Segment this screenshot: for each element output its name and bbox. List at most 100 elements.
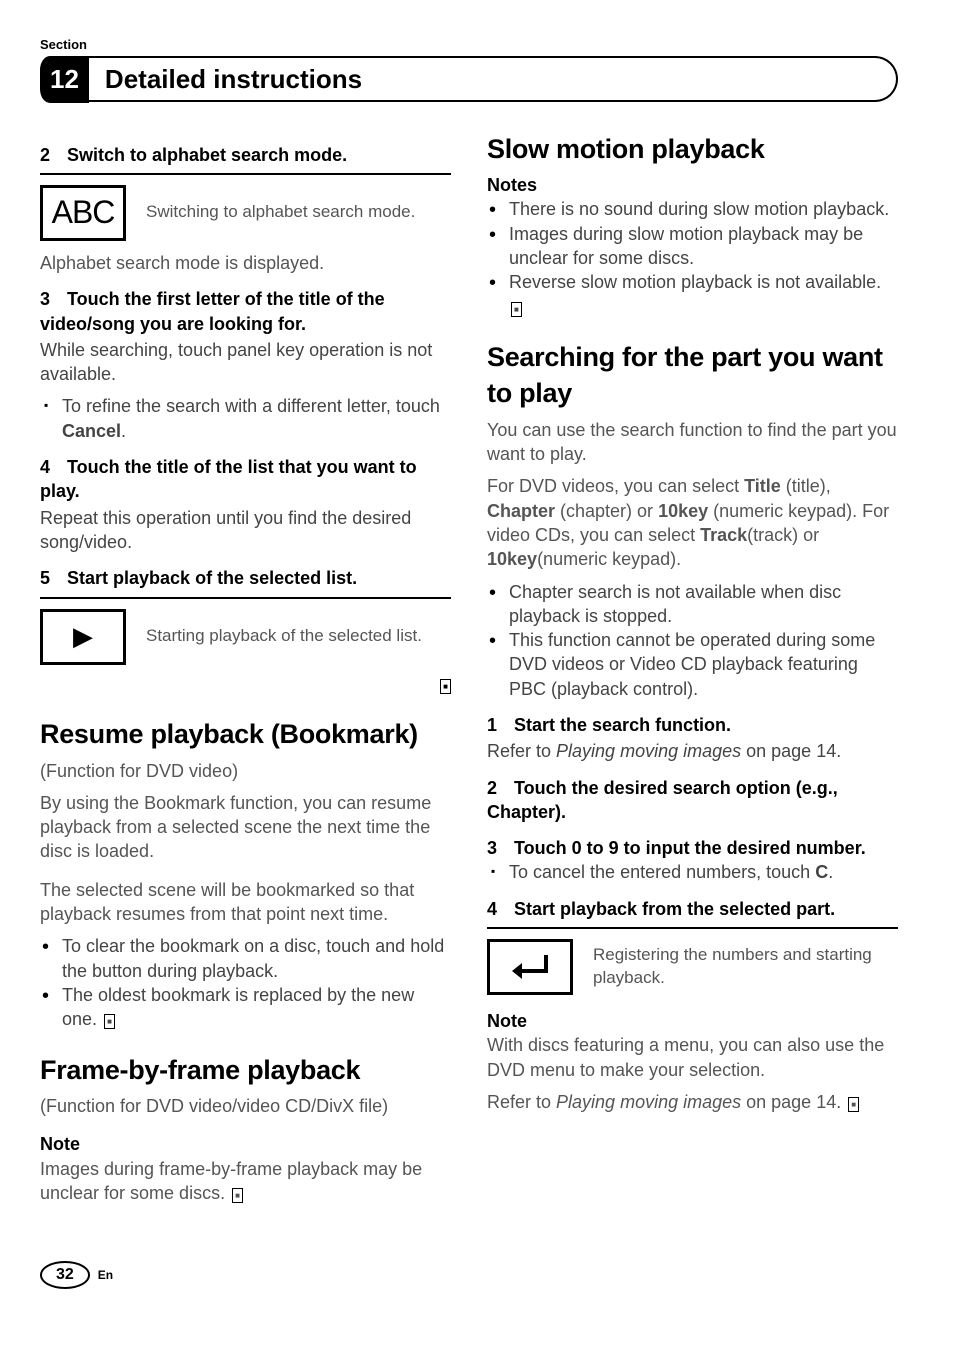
notes-label: Notes [487,173,898,197]
slow-bullet-2: Images during slow motion playback may b… [487,222,898,271]
page-lang: En [98,1267,113,1283]
heading-search: Searching for the part you want to play [487,339,898,412]
search-bullets: Chapter search is not available when dis… [487,580,898,701]
text-italic: Playing moving images [556,741,741,761]
play-icon-row: ▶ Starting playback of the selected list… [40,609,451,665]
step-3-title: 3 Touch the first letter of the title of… [40,287,451,336]
search-p1: You can use the search function to find … [487,418,898,467]
step-num: 3 [40,287,62,311]
end-square-icon [511,302,522,317]
text-fragment: Refer to [487,1092,556,1112]
text-fragment: Reverse slow motion playback is not avai… [509,272,881,292]
step-4-desc: Repeat this operation until you find the… [40,506,451,555]
search-p2: For DVD videos, you can select Title (ti… [487,474,898,571]
step-text: Start playback from the selected part. [514,899,835,919]
column-right: Slow motion playback Notes There is no s… [487,131,898,1213]
heading-frame: Frame-by-frame playback [40,1052,451,1088]
section-title: Detailed instructions [89,56,898,102]
step-text: Touch the title of the list that you wan… [40,457,417,501]
enter-icon-row: Registering the numbers and starting pla… [487,939,898,995]
step-num: 2 [487,776,509,800]
divider [40,597,451,599]
page-footer: 32 En [40,1261,898,1289]
search-step-1-desc: Refer to Playing moving images on page 1… [487,739,898,763]
text-fragment: To cancel the entered numbers, touch [509,862,815,882]
step-num: 2 [40,143,62,167]
search-step-3-title: 3 Touch 0 to 9 to input the desired numb… [487,836,898,860]
search-step-4-title: 4 Start playback from the selected part. [487,897,898,921]
text-fragment: Images during frame-by-frame playback ma… [40,1159,422,1203]
slow-bullet-3: Reverse slow motion playback is not avai… [487,270,898,319]
step-text: Start the search function. [514,715,731,735]
text-fragment: on page 14. [741,1092,841,1112]
resume-subtitle: (Function for DVD video) [40,759,451,783]
slow-bullet-1: There is no sound during slow motion pla… [487,197,898,221]
step-text: Touch the desired search option (e.g., C… [487,778,838,822]
abc-icon: ABC [40,185,126,241]
step-3-sub: To refine the search with a different le… [40,394,451,443]
text-bold: C [815,862,828,882]
page-number: 32 [40,1261,90,1289]
resume-bullet-1: To clear the bookmark on a disc, touch a… [40,934,451,983]
heading-resume: Resume playback (Bookmark) [40,716,451,752]
step-text: Start playback of the selected list. [67,568,357,588]
text-fragment: To refine the search with a different le… [62,396,440,416]
step-3-sublist: To refine the search with a different le… [40,394,451,443]
section-number: 12 [40,56,89,103]
text-fragment: For DVD videos, you can select [487,476,744,496]
resume-bullets: To clear the bookmark on a disc, touch a… [40,934,451,1031]
enter-arrow-icon [510,953,550,981]
endnote-p2: Refer to Playing moving images on page 1… [487,1090,898,1114]
text-fragment: . [828,862,833,882]
text-bold: 10key [658,501,708,521]
play-icon-desc: Starting playback of the selected list. [146,625,451,648]
heading-slow: Slow motion playback [487,131,898,167]
text-italic: Playing moving images [556,1092,741,1112]
play-icon: ▶ [40,609,126,665]
step-num: 3 [487,836,509,860]
step-3-desc: While searching, touch panel key operati… [40,338,451,387]
resume-p1: By using the Bookmark function, you can … [40,791,451,864]
step-num: 4 [487,897,509,921]
text-bold: Cancel [62,421,121,441]
step-4-title: 4 Touch the title of the list that you w… [40,455,451,504]
note-label: Note [40,1132,451,1156]
step-5-title: 5 Start playback of the selected list. [40,566,451,590]
resume-bullet-2: The oldest bookmark is replaced by the n… [40,983,451,1032]
frame-note-text: Images during frame-by-frame playback ma… [40,1157,451,1206]
text-fragment: (track) or [747,525,819,545]
abc-followup: Alphabet search mode is displayed. [40,251,451,275]
abc-icon-desc: Switching to alphabet search mode. [146,201,451,224]
end-square-icon [440,679,451,694]
text-fragment: (numeric keypad). [537,549,681,569]
search-step-1-title: 1 Start the search function. [487,713,898,737]
text-bold: Title [744,476,781,496]
slow-bullets: There is no sound during slow motion pla… [487,197,898,318]
abc-icon-row: ABC Switching to alphabet search mode. [40,185,451,241]
step-text: Touch 0 to 9 to input the desired number… [514,838,866,858]
text-bold: Track [700,525,747,545]
divider [40,173,451,175]
section-header: 12 Detailed instructions [40,56,898,103]
end-square-icon [232,1188,243,1203]
search-step-3-sublist: To cancel the entered numbers, touch C. [487,860,898,884]
enter-icon-desc: Registering the numbers and starting pla… [593,944,898,990]
column-left: 2 Switch to alphabet search mode. ABC Sw… [40,131,451,1213]
step-num: 5 [40,566,62,590]
text-fragment: on page 14. [741,741,841,761]
search-step-3-sub: To cancel the entered numbers, touch C. [487,860,898,884]
step-text: Switch to alphabet search mode. [67,145,347,165]
step-num: 4 [40,455,62,479]
text-fragment: Refer to [487,741,556,761]
section-label: Section [40,36,898,54]
text-fragment: . [121,421,126,441]
search-bullet-1: Chapter search is not available when dis… [487,580,898,629]
frame-subtitle: (Function for DVD video/video CD/DivX fi… [40,1094,451,1118]
text-bold: Chapter [487,501,555,521]
endnote-p1: With discs featuring a menu, you can als… [487,1033,898,1082]
search-step-2-title: 2 Touch the desired search option (e.g.,… [487,776,898,825]
step-text: Touch the first letter of the title of t… [40,289,385,333]
resume-p2: The selected scene will be bookmarked so… [40,878,451,927]
step-2-title: 2 Switch to alphabet search mode. [40,143,451,167]
section-end [40,675,451,697]
